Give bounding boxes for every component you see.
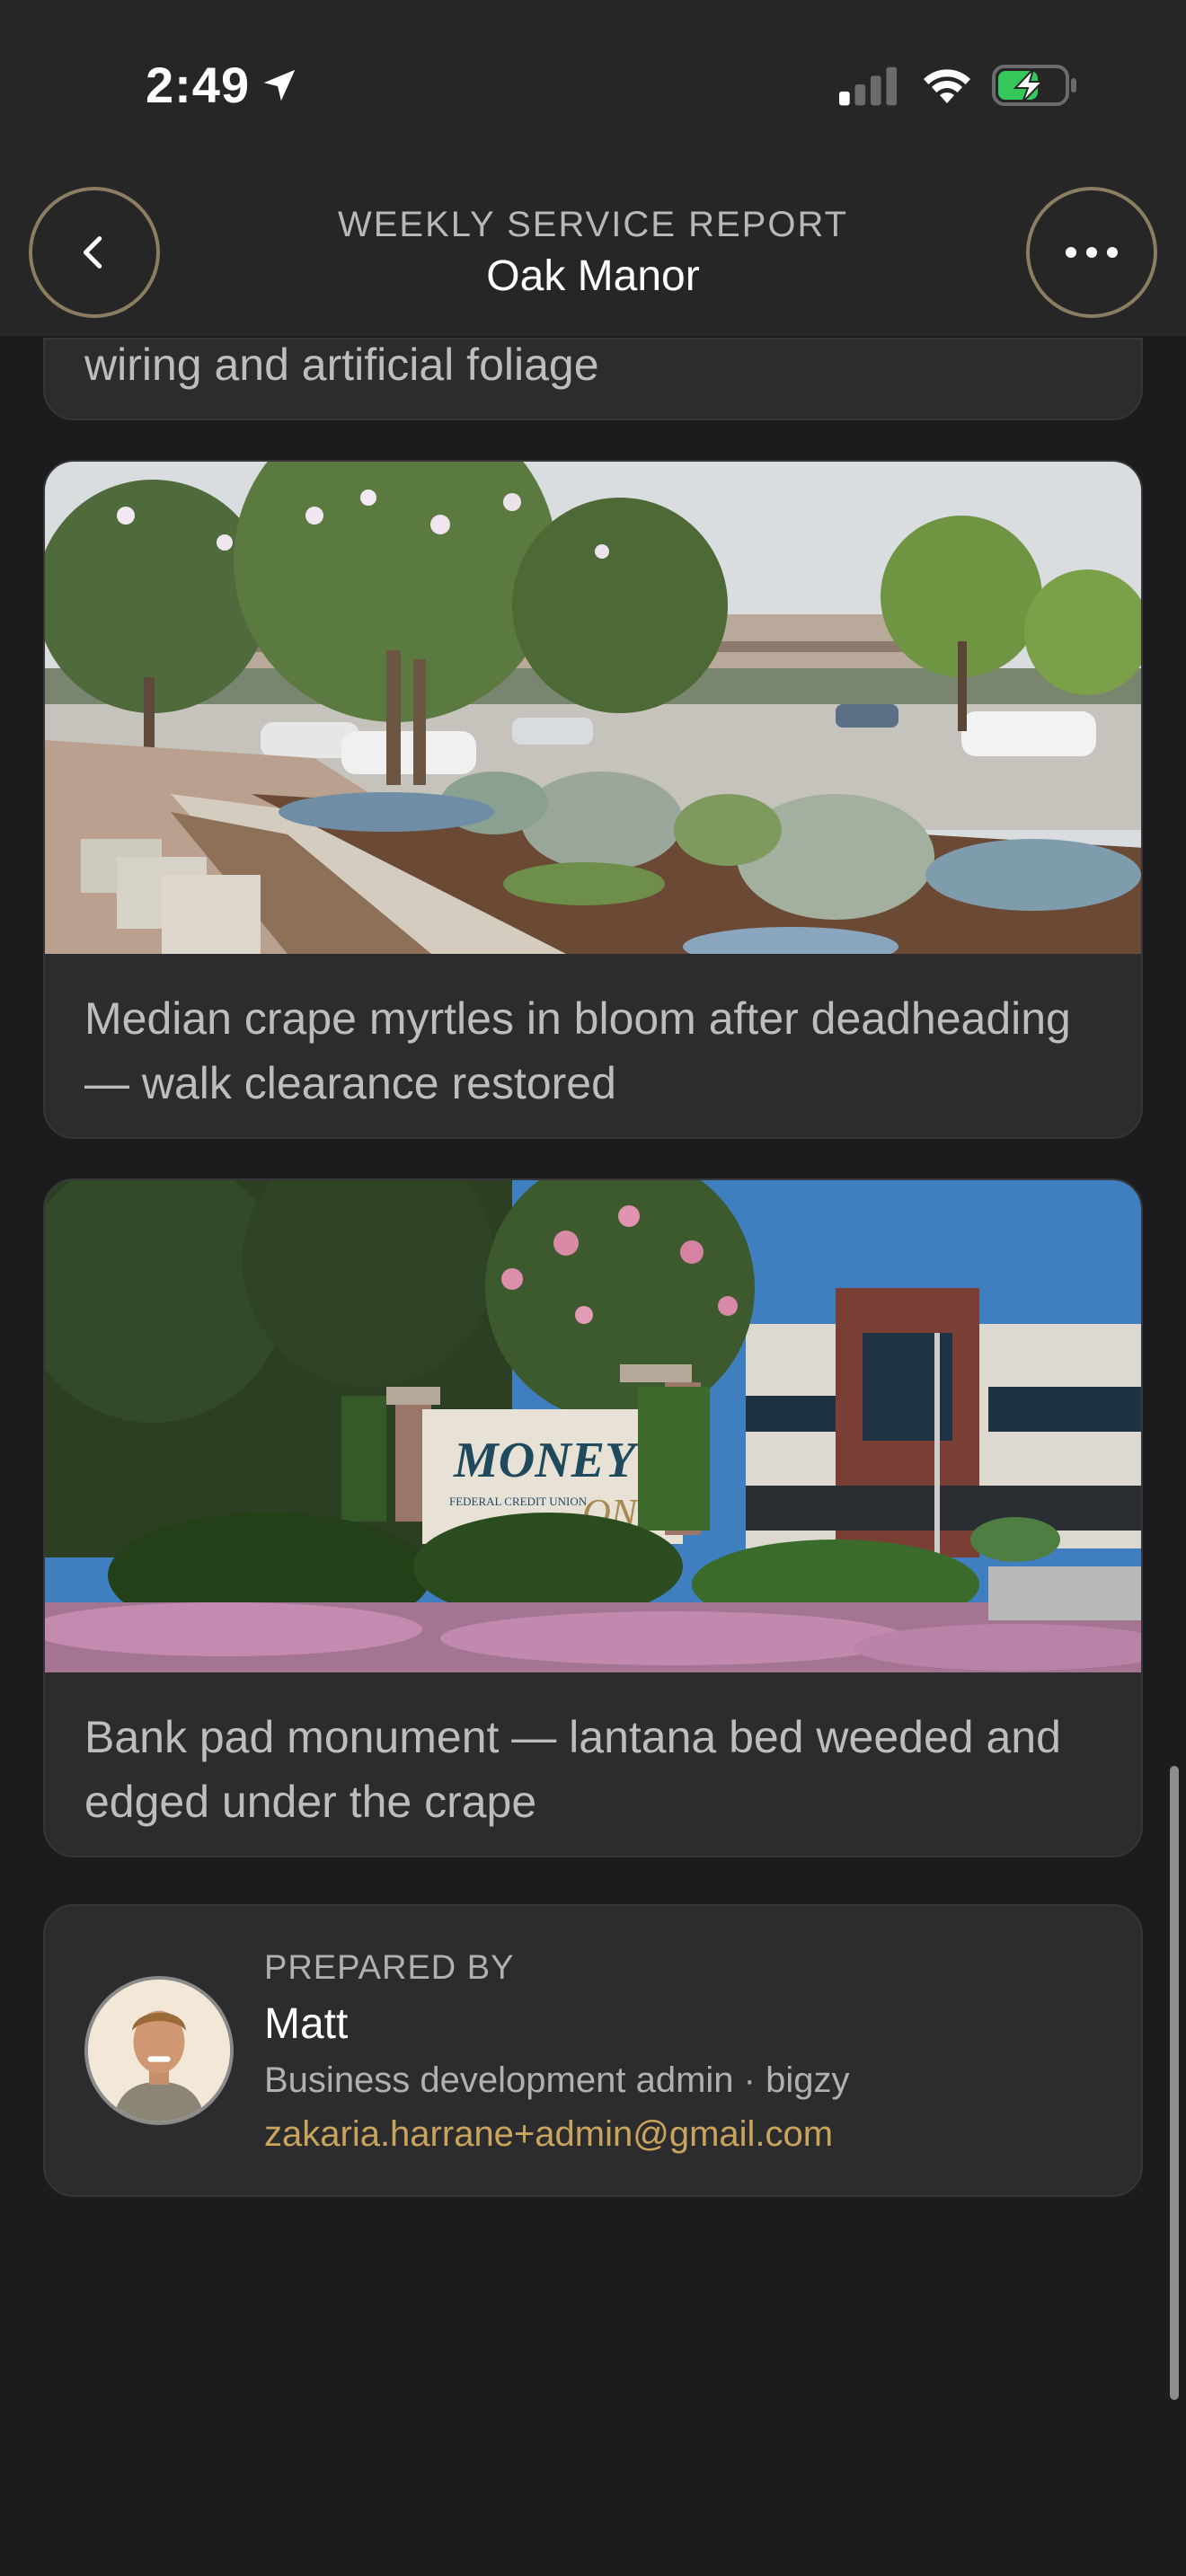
more-horizontal-icon xyxy=(1066,247,1118,258)
photo-card: MONEY FEDERAL CREDIT UNION ONE Bank pad … xyxy=(43,1178,1143,1857)
status-bar: 2:49 xyxy=(0,0,1186,171)
photo-caption: wiring and artificial foliage xyxy=(84,340,599,390)
user-portrait xyxy=(88,1980,230,2122)
page-title: Oak Manor xyxy=(486,252,700,300)
landscape-photo[interactable]: MONEY FEDERAL CREDIT UNION ONE xyxy=(45,1180,1143,1672)
preparer-email-link[interactable]: zakaria.harrane+admin@gmail.com xyxy=(264,2114,833,2155)
preparer-name: Matt xyxy=(264,2000,349,2048)
photo-caption: Median crape myrtles in bloom after dead… xyxy=(84,993,1071,1108)
scrollbar[interactable] xyxy=(1170,1766,1179,2400)
photo-card: Median crape myrtles in bloom after dead… xyxy=(43,460,1143,1139)
photo-card: wiring and artificial foliage xyxy=(43,338,1143,420)
avatar xyxy=(84,1976,234,2125)
wifi-icon xyxy=(924,69,970,103)
battery-charging-icon xyxy=(992,65,1076,106)
header-kicker: WEEKLY SERVICE REPORT xyxy=(337,205,849,244)
landscape-photo[interactable] xyxy=(45,462,1143,954)
photo-caption: Bank pad monument — lantana bed weeded a… xyxy=(84,1712,1061,1827)
sign-text: MONEY xyxy=(453,1433,640,1488)
app-header: WEEKLY SERVICE REPORT Oak Manor xyxy=(0,171,1186,338)
location-arrow-icon xyxy=(263,69,296,101)
status-time: 2:49 xyxy=(146,57,251,113)
preparer-role: Business development admin · bigzy xyxy=(264,2060,850,2100)
photo-caption-wrap: Median crape myrtles in bloom after dead… xyxy=(84,986,1109,1116)
prepared-by-card: PREPARED BY Matt Business development ad… xyxy=(43,1904,1143,2197)
photo-caption-wrap: Bank pad monument — lantana bed weeded a… xyxy=(84,1705,1109,1834)
cellular-signal-icon xyxy=(839,66,898,106)
more-options-button[interactable] xyxy=(1026,187,1157,318)
prepared-by-label: PREPARED BY xyxy=(264,1949,515,1987)
sign-text: FEDERAL CREDIT UNION xyxy=(449,1495,588,1508)
